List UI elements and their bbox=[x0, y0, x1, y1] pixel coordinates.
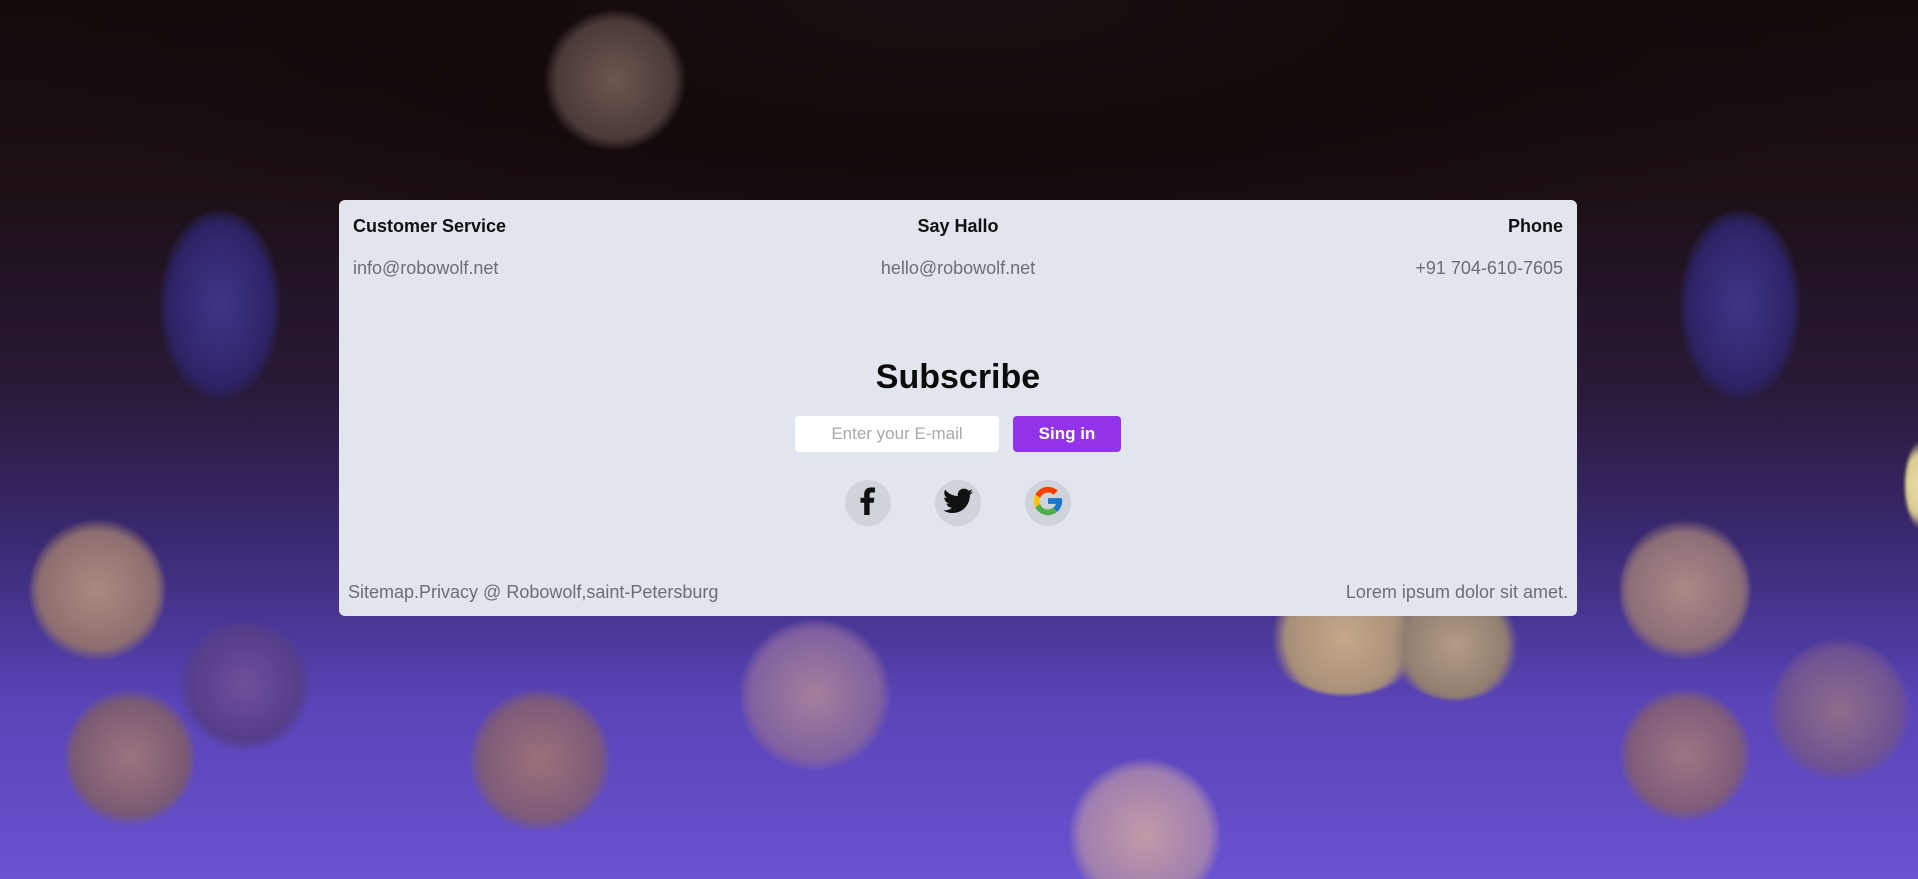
email-input[interactable] bbox=[795, 416, 999, 452]
facebook-button[interactable] bbox=[845, 480, 891, 526]
subscribe-heading: Subscribe bbox=[875, 358, 1041, 396]
google-icon bbox=[1031, 484, 1065, 522]
contact-say-hallo: Say Hallo hello@robowolf.net bbox=[339, 216, 1577, 279]
footer-card: Customer Service info@robowolf.net Say H… bbox=[339, 200, 1577, 616]
subscribe-form: Sing in bbox=[339, 416, 1577, 452]
twitter-icon bbox=[943, 488, 973, 518]
contact-phone: Phone +91 704-610-7605 bbox=[1415, 216, 1563, 279]
facebook-icon bbox=[857, 487, 879, 519]
sign-in-button[interactable]: Sing in bbox=[1013, 416, 1121, 452]
contact-title: Phone bbox=[1507, 216, 1563, 236]
contact-email-link[interactable]: hello@robowolf.net bbox=[339, 258, 1577, 279]
footer-tagline: Lorem ipsum dolor sit amet. bbox=[1345, 582, 1568, 602]
social-links bbox=[339, 480, 1577, 526]
google-button[interactable] bbox=[1025, 480, 1071, 526]
contact-phone-link[interactable]: +91 704-610-7605 bbox=[1415, 258, 1563, 279]
contact-title: Say Hallo bbox=[917, 216, 999, 236]
twitter-button[interactable] bbox=[935, 480, 981, 526]
footer-sitemap-privacy[interactable]: Sitemap.Privacy @ Robowolf,saint-Petersb… bbox=[348, 582, 718, 603]
